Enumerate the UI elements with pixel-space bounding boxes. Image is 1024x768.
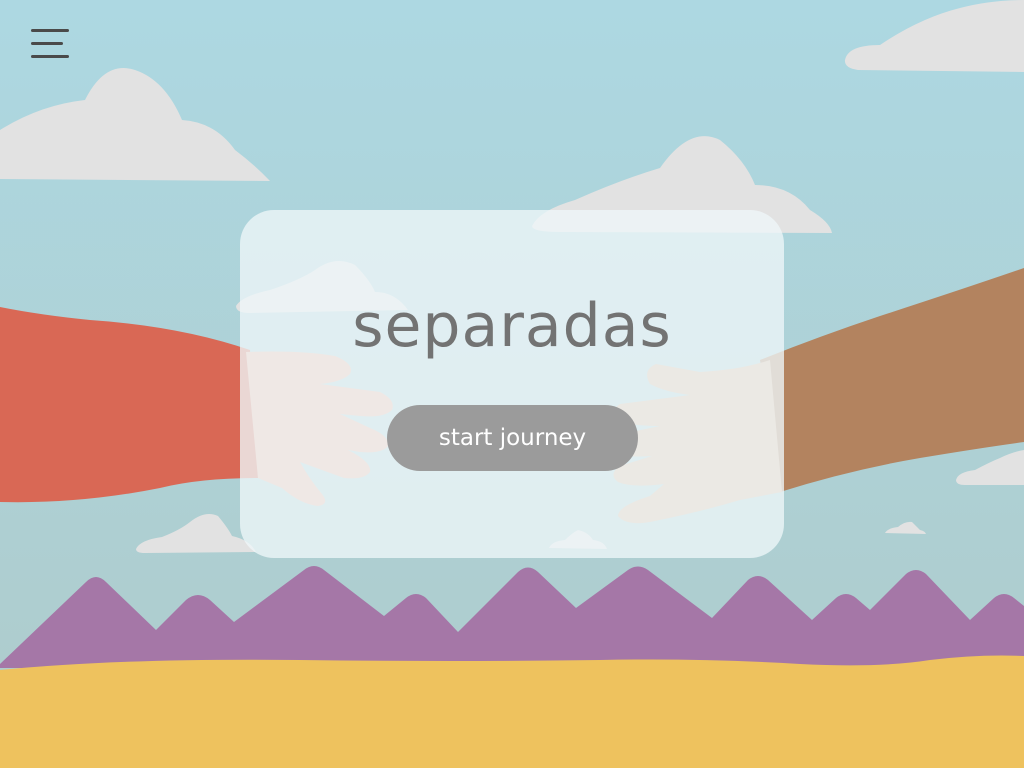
- glass-card: [240, 210, 784, 558]
- hamburger-menu-icon-line: [31, 42, 63, 45]
- ground: [0, 655, 1024, 768]
- hamburger-menu-icon-line: [31, 55, 69, 58]
- hamburger-menu-button[interactable]: [28, 24, 74, 64]
- hamburger-menu-icon: [31, 29, 69, 32]
- start-journey-button[interactable]: start journey: [387, 405, 638, 471]
- app-title: separadas: [352, 291, 672, 361]
